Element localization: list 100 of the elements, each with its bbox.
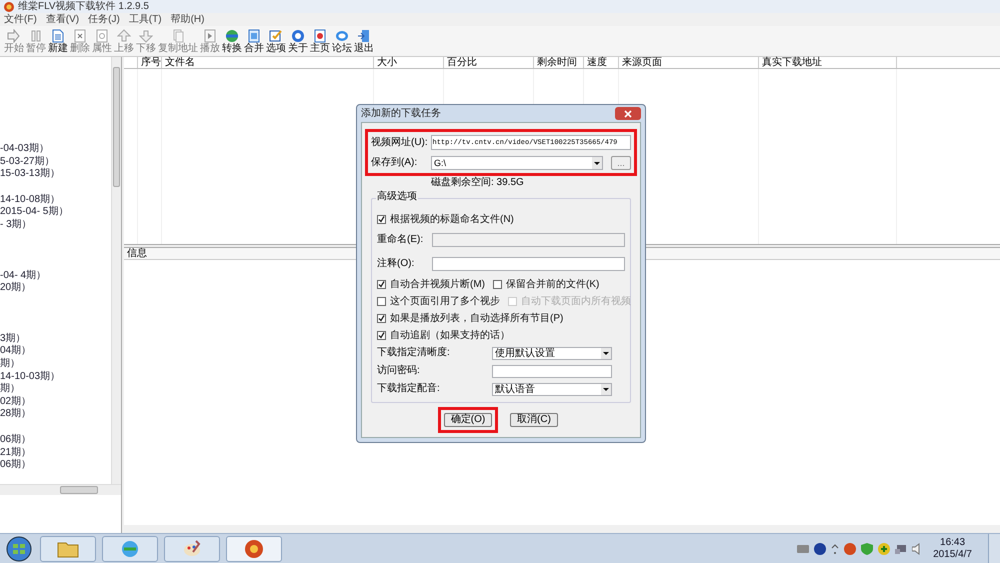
list-item[interactable]: 06期）: [0, 434, 111, 446]
field-label: 下载指定配音:: [377, 383, 441, 395]
toolbar-button[interactable]: 论坛: [331, 29, 353, 55]
toolbar-button[interactable]: 合并: [243, 29, 265, 55]
list-item[interactable]: 20期）: [0, 282, 111, 295]
toolbar-button[interactable]: 主页: [309, 29, 331, 55]
check-icon: [378, 332, 385, 339]
network-icon[interactable]: [895, 542, 908, 554]
check-icon: [378, 281, 385, 288]
dialog-button[interactable]: 确定(O): [444, 413, 492, 427]
list-item[interactable]: 3期）: [0, 332, 111, 346]
list-item[interactable]: 期）: [0, 383, 111, 396]
clock-date[interactable]: 2015/4/7: [933, 548, 972, 560]
list-item[interactable]: 21期）: [0, 446, 111, 460]
toolbar-icon: [291, 29, 305, 43]
column-header[interactable]: 真实下载地址: [759, 57, 897, 68]
column-header[interactable]: 大小: [374, 57, 444, 68]
path-dropdown[interactable]: G:\: [431, 156, 603, 170]
list-item[interactable]: 5-03-27期）: [0, 156, 111, 168]
window-title: 维棠FLV视频下载软件 1.2.9.5: [18, 0, 149, 12]
column-header[interactable]: 速度: [584, 57, 619, 68]
list-item[interactable]: 02期）: [0, 396, 111, 408]
menu-item[interactable]: 查看(V): [46, 14, 80, 26]
app-logo-icon: [244, 538, 264, 558]
toolbar-icon: [313, 29, 327, 43]
list-item[interactable]: 14-10-08期）: [0, 194, 111, 206]
toolbar-icon: [247, 29, 261, 43]
list-item[interactable]: 15-03-13期）: [0, 168, 111, 181]
dropdown[interactable]: 使用默认设置: [492, 346, 612, 360]
menu-item[interactable]: 帮助(H): [170, 14, 204, 26]
toolbar-button[interactable]: 选项: [265, 29, 287, 55]
speaker-icon[interactable]: [912, 542, 922, 554]
folder-icon: [57, 540, 79, 558]
dialog-title: 添加新的下载任务: [361, 108, 441, 120]
group-title: 高级选项: [376, 191, 418, 203]
taskbar-app-button[interactable]: [164, 536, 220, 562]
chevron-icon[interactable]: [831, 542, 840, 554]
list-item[interactable]: - 3期）: [0, 218, 111, 232]
panel-title: 信息: [127, 248, 147, 259]
close-icon: [624, 110, 632, 118]
dialog-button[interactable]: 取消(C): [510, 413, 558, 427]
column-header[interactable]: 来源页面: [619, 57, 759, 68]
field-label: 注释(O):: [377, 258, 416, 270]
checkbox[interactable]: 根据视频的标题命名文件(N): [377, 214, 514, 226]
text-field[interactable]: [432, 257, 625, 271]
list-item[interactable]: -04- 4期）: [0, 270, 111, 282]
checkbox[interactable]: 保留合并前的文件(K): [493, 278, 600, 290]
list-item[interactable]: 14-10-03期）: [0, 370, 111, 384]
scrollbar[interactable]: [111, 57, 121, 484]
field-label: 保存到(A):: [371, 157, 418, 169]
column-header[interactable]: 文件名: [162, 57, 374, 68]
toolbar-icon: [203, 29, 217, 43]
toolbar-button[interactable]: 退出: [353, 29, 375, 55]
start-button[interactable]: [4, 536, 34, 562]
checkbox[interactable]: 自动合并视频片断(M): [377, 278, 485, 290]
toolbar-icon: [139, 29, 153, 43]
dropdown[interactable]: 默认语音: [492, 382, 612, 396]
show-desktop-button[interactable]: [988, 534, 1000, 563]
password-field[interactable]: [492, 364, 612, 378]
field-label: 访问密码:: [377, 365, 421, 377]
list-item[interactable]: 28期）: [0, 408, 111, 421]
close-button[interactable]: [615, 107, 641, 120]
column-header[interactable]: 百分比: [444, 57, 534, 68]
toolbar-button[interactable]: 转换: [221, 29, 243, 55]
list-item[interactable]: 期）: [0, 358, 111, 371]
toolbar-button[interactable]: 新建: [47, 29, 69, 55]
toolbar-button[interactable]: 关于: [287, 29, 309, 55]
field-label: 下载指定清晰度:: [377, 347, 451, 359]
plus-icon[interactable]: [878, 542, 890, 554]
checkbox[interactable]: 如果是播放列表，自动选择所有节目(P): [377, 312, 564, 324]
menu-item[interactable]: 工具(T): [128, 14, 162, 26]
palette-icon: [182, 538, 202, 558]
browse-button[interactable]: ...: [611, 156, 631, 170]
scrollbar[interactable]: [0, 484, 121, 495]
clock-time[interactable]: 16:43: [940, 536, 966, 548]
toolbar-icon: [171, 29, 185, 43]
column-header[interactable]: 序号: [138, 57, 162, 68]
checkbox[interactable]: 这个页面引用了多个视步: [377, 296, 500, 308]
checkbox[interactable]: 自动追剧（如果支持的话）: [377, 330, 510, 342]
globe-icon: [120, 538, 140, 558]
field-label: 视频网址(U):: [371, 136, 429, 148]
check-icon: [378, 315, 385, 322]
check-icon: [378, 216, 385, 223]
toolbar-icon: [335, 29, 349, 43]
toolbar-icon: [225, 29, 239, 43]
toolbar-icon: [357, 29, 371, 43]
list-item[interactable]: 04期）: [0, 345, 111, 358]
taskbar-app-button[interactable]: [40, 536, 96, 562]
shield-icon[interactable]: [861, 542, 874, 554]
menu-item[interactable]: 文件(F): [4, 14, 37, 26]
taskbar-app-button[interactable]: [102, 536, 158, 562]
menu-item[interactable]: 任务(J): [88, 14, 120, 26]
toolbar-icon: [29, 29, 43, 43]
list-item[interactable]: 2015-04- 5期）: [0, 206, 111, 219]
list-item[interactable]: -04-03期）: [0, 143, 111, 156]
taskbar-app-button[interactable]: [226, 536, 282, 562]
disk-space-text: 磁盘剩余空间: 39.5G: [431, 177, 524, 189]
list-item[interactable]: 06期）: [0, 459, 111, 472]
column-header[interactable]: 剩余时间: [534, 57, 584, 68]
toolbar-icon: [73, 29, 87, 43]
